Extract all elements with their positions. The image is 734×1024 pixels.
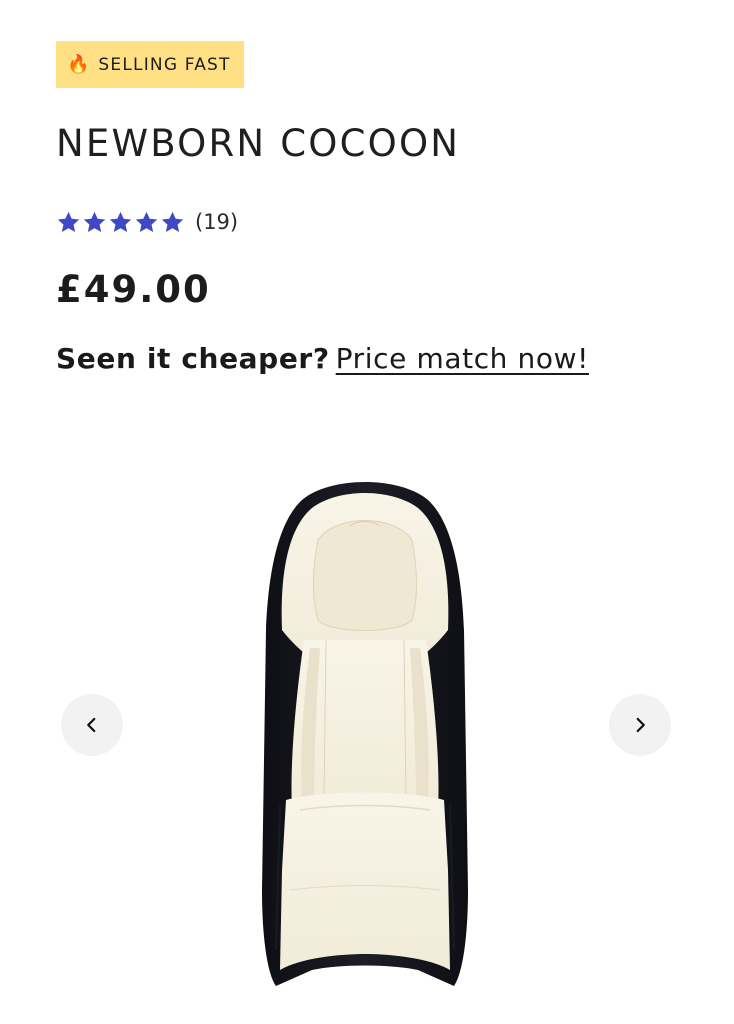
price-match-row: Seen it cheaper? Price match now!	[56, 342, 589, 375]
star-rating	[56, 210, 186, 235]
product-price: £49.00	[56, 268, 211, 311]
product-title: NEWBORN COCOON	[56, 122, 461, 165]
gallery-next-button[interactable]	[609, 694, 671, 756]
product-rating[interactable]: (19)	[56, 204, 238, 240]
fire-icon: 🔥	[67, 53, 90, 75]
product-image-gallery	[0, 470, 734, 1010]
chevron-right-icon	[636, 717, 645, 733]
gallery-prev-button[interactable]	[61, 694, 123, 756]
price-match-link[interactable]: Price match now!	[336, 342, 589, 375]
star-icon	[135, 211, 158, 232]
star-icon	[109, 211, 132, 232]
star-icon	[57, 211, 80, 232]
badge-label: SELLING FAST	[98, 54, 231, 75]
review-count[interactable]: (19)	[195, 210, 238, 234]
chevron-left-icon	[87, 717, 96, 733]
price-match-question: Seen it cheaper?	[56, 342, 330, 375]
star-icon	[83, 211, 106, 232]
product-image[interactable]	[240, 470, 490, 1000]
selling-fast-badge: 🔥 SELLING FAST	[56, 41, 244, 88]
star-icon	[161, 211, 184, 232]
